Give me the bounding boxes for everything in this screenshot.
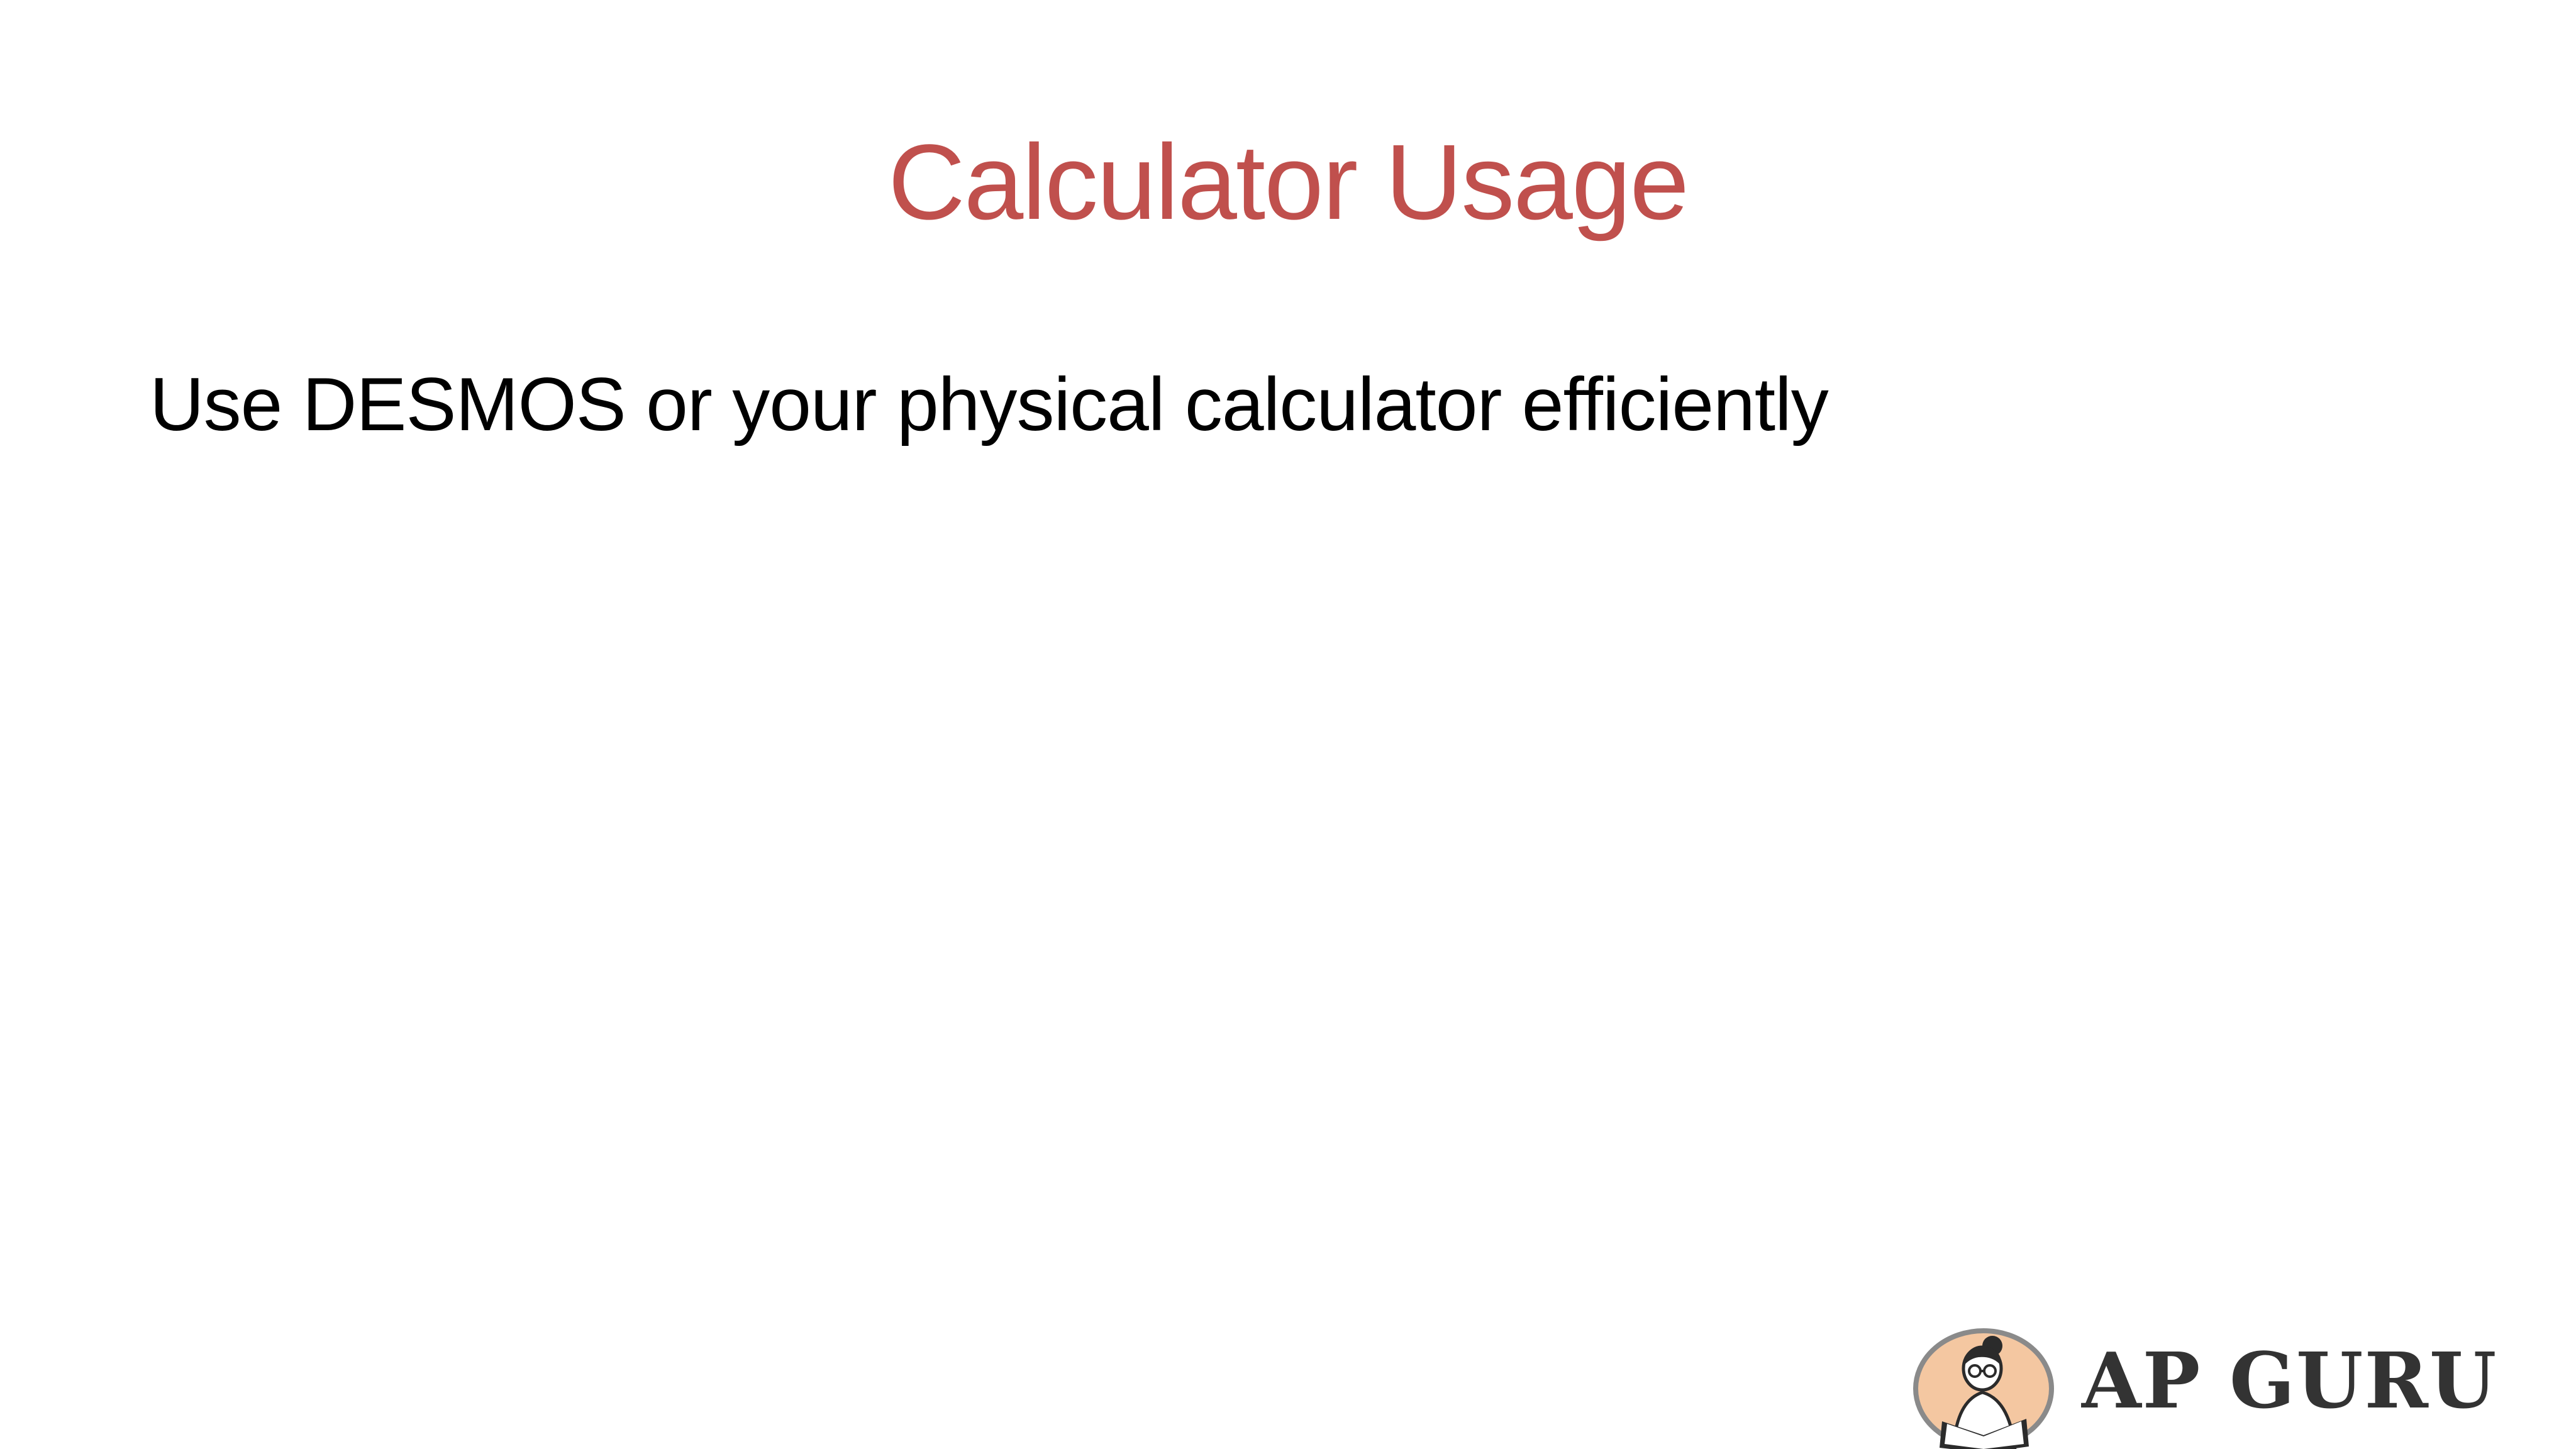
logo-wordmark: AP GURU [2082, 1335, 2498, 1426]
reading-person-emblem-icon [1913, 1328, 2054, 1449]
slide-title: Calculator Usage [888, 123, 1689, 242]
slide-body-text: Use DESMOS or your physical calculator e… [150, 362, 1829, 447]
ap-guru-logo: AP GURU [1899, 1308, 2576, 1449]
slide: Calculator Usage Use DESMOS or your phys… [0, 0, 2576, 1449]
